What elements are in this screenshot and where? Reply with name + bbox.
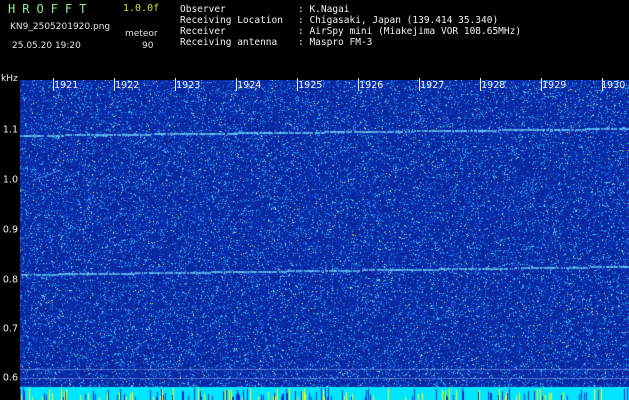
time-tick-label: 1930 bbox=[601, 80, 626, 91]
time-tick-label: 1929 bbox=[542, 80, 567, 91]
hrofft-window: HROFFT 1.0.0f KN9_2505201920.png meteor … bbox=[0, 0, 629, 400]
count-label: 90 bbox=[142, 41, 154, 51]
frequency-tick-label: 0.8 bbox=[2, 274, 18, 286]
time-axis: 1921 1922 1923 1924 1925 1926 1927 1928 … bbox=[20, 76, 629, 94]
frequency-tick-label: 0.7 bbox=[2, 323, 18, 335]
time-tick-label: 1921 bbox=[54, 80, 79, 91]
time-tick-label: 1925 bbox=[298, 80, 323, 91]
filename-label: KN9_2505201920.png bbox=[10, 22, 111, 32]
time-tick-label: 1926 bbox=[359, 80, 384, 91]
frequency-axis: 1.1 1.0 0.9 0.8 0.7 0.6 bbox=[0, 80, 20, 400]
receiver-label: Receiver bbox=[180, 26, 226, 37]
time-tick-label: 1928 bbox=[481, 80, 506, 91]
observer-label: Observer bbox=[180, 4, 226, 15]
antenna-value: : Maspro FM-3 bbox=[298, 37, 373, 48]
frequency-tick-label: 0.9 bbox=[2, 224, 18, 236]
receiver-value: : AirSpy mini (Miakejima VOR 108.65MHz) bbox=[298, 26, 522, 37]
frequency-tick-label: 1.1 bbox=[2, 124, 18, 136]
time-tick-label: 1924 bbox=[237, 80, 262, 91]
spectrogram-canvas bbox=[20, 80, 629, 400]
location-value: : Chigasaki, Japan (139.414 35.340) bbox=[298, 15, 499, 26]
observer-value: : K.Nagai bbox=[298, 4, 350, 15]
version-label: 1.0.0f bbox=[123, 3, 160, 14]
time-tick-label: 1923 bbox=[176, 80, 201, 91]
frequency-tick-label: 0.6 bbox=[2, 372, 18, 384]
spectrogram-panel bbox=[20, 80, 629, 400]
antenna-label: Receiving antenna bbox=[180, 37, 278, 48]
app-title: HROFFT bbox=[8, 2, 94, 16]
location-label: Receiving Location bbox=[180, 15, 283, 26]
frequency-tick-label: 1.0 bbox=[2, 174, 18, 186]
mode-label: meteor bbox=[125, 29, 158, 39]
time-tick-label: 1922 bbox=[115, 80, 140, 91]
datetime-label: 25.05.20 19:20 bbox=[12, 41, 81, 51]
time-tick-label: 1927 bbox=[420, 80, 445, 91]
